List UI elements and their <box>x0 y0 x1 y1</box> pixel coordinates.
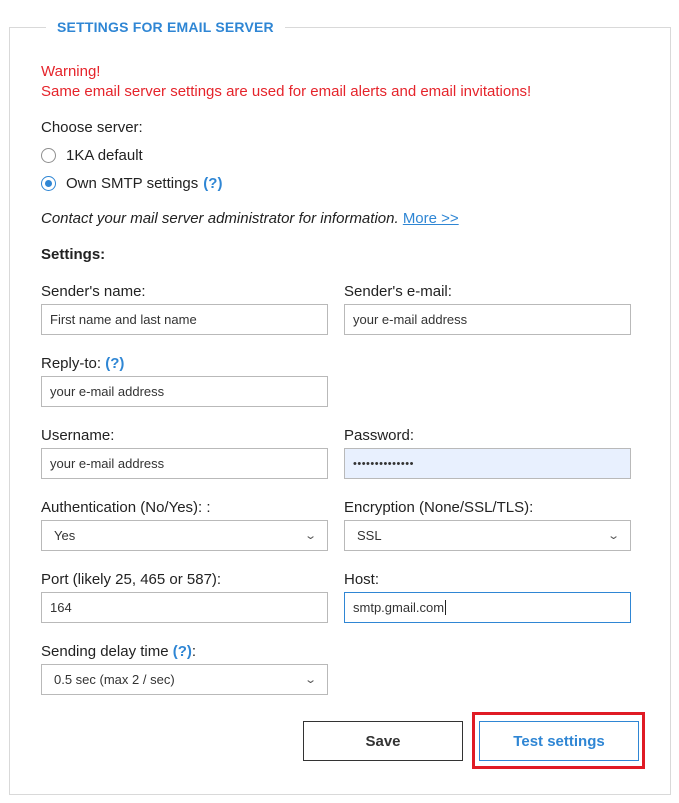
host-label: Host: <box>344 571 380 588</box>
help-link-own-smtp[interactable]: (?) <box>203 174 222 193</box>
encryption-value: SSL <box>357 528 382 543</box>
sender-name-input[interactable]: First name and last name <box>41 304 328 335</box>
port-label: Port (likely 25, 465 or 587): <box>41 571 222 588</box>
password-label: Password: <box>344 427 415 444</box>
info-line: Contact your mail server administrator f… <box>41 209 459 228</box>
password-input[interactable]: •••••••••••••• <box>344 448 631 479</box>
reply-to-input[interactable]: your e-mail address <box>41 376 328 407</box>
radio-label-default: 1KA default <box>66 146 143 164</box>
warning-message: Same email server settings are used for … <box>41 83 532 100</box>
radio-label-own-smtp: Own SMTP settings <box>66 174 199 192</box>
warning-title: Warning! <box>41 63 101 80</box>
reply-to-label: Reply-to: <box>41 355 102 372</box>
text-caret <box>445 600 447 615</box>
radio-option-own-smtp[interactable]: Own SMTP settings (?) <box>41 173 222 193</box>
delay-label-suffix: : <box>191 643 197 660</box>
host-input[interactable]: smtp.gmail.com <box>344 592 631 623</box>
settings-heading: Settings: <box>41 246 106 263</box>
chevron-down-icon: ⌄ <box>303 674 317 686</box>
info-text: Contact your mail server administrator f… <box>41 210 399 227</box>
sender-email-input[interactable]: your e-mail address <box>344 304 631 335</box>
radio-option-default[interactable]: 1KA default <box>41 145 143 165</box>
delay-value: 0.5 sec (max 2 / sec) <box>54 672 175 687</box>
sender-name-label: Sender's name: <box>41 283 146 300</box>
reply-to-label-row: Reply-to: (?) <box>41 354 124 373</box>
username-input[interactable]: your e-mail address <box>41 448 328 479</box>
authentication-label: Authentication (No/Yes): : <box>41 499 211 516</box>
section-title: SETTINGS FOR EMAIL SERVER <box>46 17 285 37</box>
host-value: smtp.gmail.com <box>353 600 445 615</box>
username-label: Username: <box>41 427 115 444</box>
authentication-select[interactable]: Yes ⌄ <box>41 520 328 551</box>
sender-email-label: Sender's e-mail: <box>344 283 452 300</box>
encryption-select[interactable]: SSL ⌄ <box>344 520 631 551</box>
more-link[interactable]: More >> <box>403 210 459 227</box>
chevron-down-icon: ⌄ <box>606 530 620 542</box>
test-settings-button[interactable]: Test settings <box>479 721 639 761</box>
save-button[interactable]: Save <box>303 721 463 761</box>
delay-select[interactable]: 0.5 sec (max 2 / sec) ⌄ <box>41 664 328 695</box>
encryption-label: Encryption (None/SSL/TLS): <box>344 499 534 516</box>
help-link-delay[interactable]: (?) <box>173 643 192 660</box>
chevron-down-icon: ⌄ <box>303 530 317 542</box>
delay-label: Sending delay time <box>41 643 169 660</box>
radio-button-default[interactable] <box>41 147 56 163</box>
choose-server-label: Choose server: <box>41 119 143 136</box>
radio-button-own-smtp[interactable] <box>41 175 56 191</box>
authentication-value: Yes <box>54 528 76 543</box>
help-link-reply-to[interactable]: (?) <box>105 355 124 372</box>
port-input[interactable]: 164 <box>41 592 328 623</box>
delay-label-row: Sending delay time (?): <box>41 642 196 661</box>
